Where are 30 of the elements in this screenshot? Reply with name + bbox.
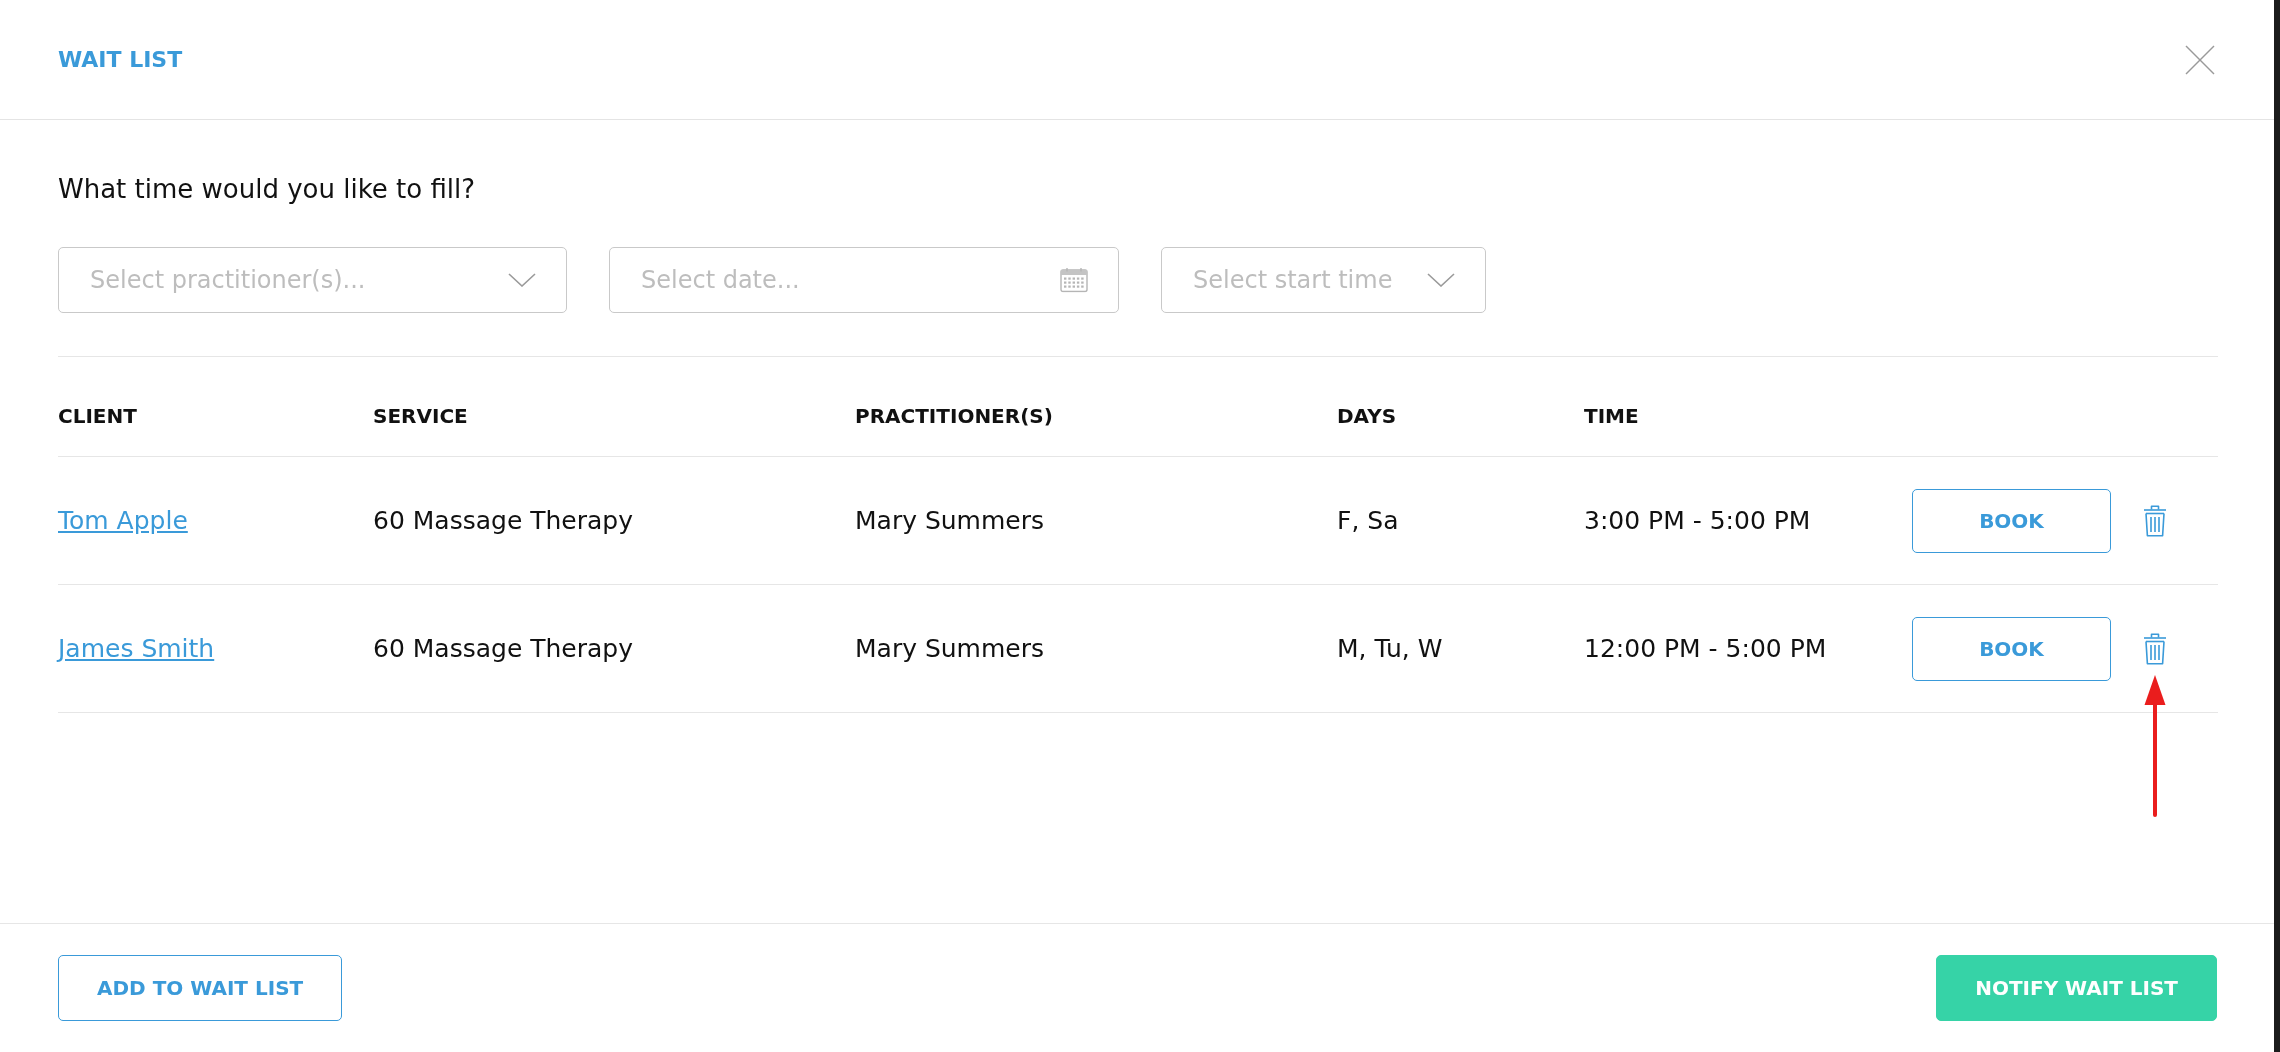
chevron-down-icon [1427,273,1455,287]
table-cell: 60 Massage Therapy [373,504,633,537]
column-header: SERVICE [373,404,468,428]
table-cell: 3:00 PM - 5:00 PM [1584,504,1811,537]
table-cell: F, Sa [1337,504,1399,537]
book-button[interactable]: BOOK [1912,488,2111,553]
book-button[interactable]: BOOK [1912,616,2111,681]
prompt-text: What time would you like to fill? [58,173,477,205]
table-cell: Mary Summers [855,504,1044,537]
close-icon[interactable] [2185,44,2215,75]
table-cell: Mary Summers [855,632,1044,665]
table-cell: 12:00 PM - 5:00 PM [1584,632,1827,665]
primary-button[interactable]: NOTIFY WAIT LIST [1936,955,2217,1021]
dropdown-field[interactable]: Select start time [1161,247,1486,313]
trash-icon[interactable] [2143,504,2167,537]
date-field[interactable]: Select date... [609,247,1119,313]
trash-icon[interactable] [2143,632,2167,665]
column-header: CLIENT [58,404,137,428]
column-header: DAYS [1337,404,1397,428]
dropdown-field[interactable]: Select practitioner(s)... [58,247,567,313]
dialog-title: WAIT LIST [58,45,183,74]
table-cell: M, Tu, W [1337,632,1443,665]
chevron-down-icon [508,273,536,287]
column-header: PRACTITIONER(S) [855,404,1053,428]
outline-button[interactable]: ADD TO WAIT LIST [58,955,343,1021]
table-cell: 60 Massage Therapy [373,632,633,665]
calendar-icon [1060,267,1088,293]
client-link[interactable]: Tom Apple [58,504,188,537]
column-header: TIME [1584,404,1639,428]
client-link[interactable]: James Smith [58,632,215,665]
